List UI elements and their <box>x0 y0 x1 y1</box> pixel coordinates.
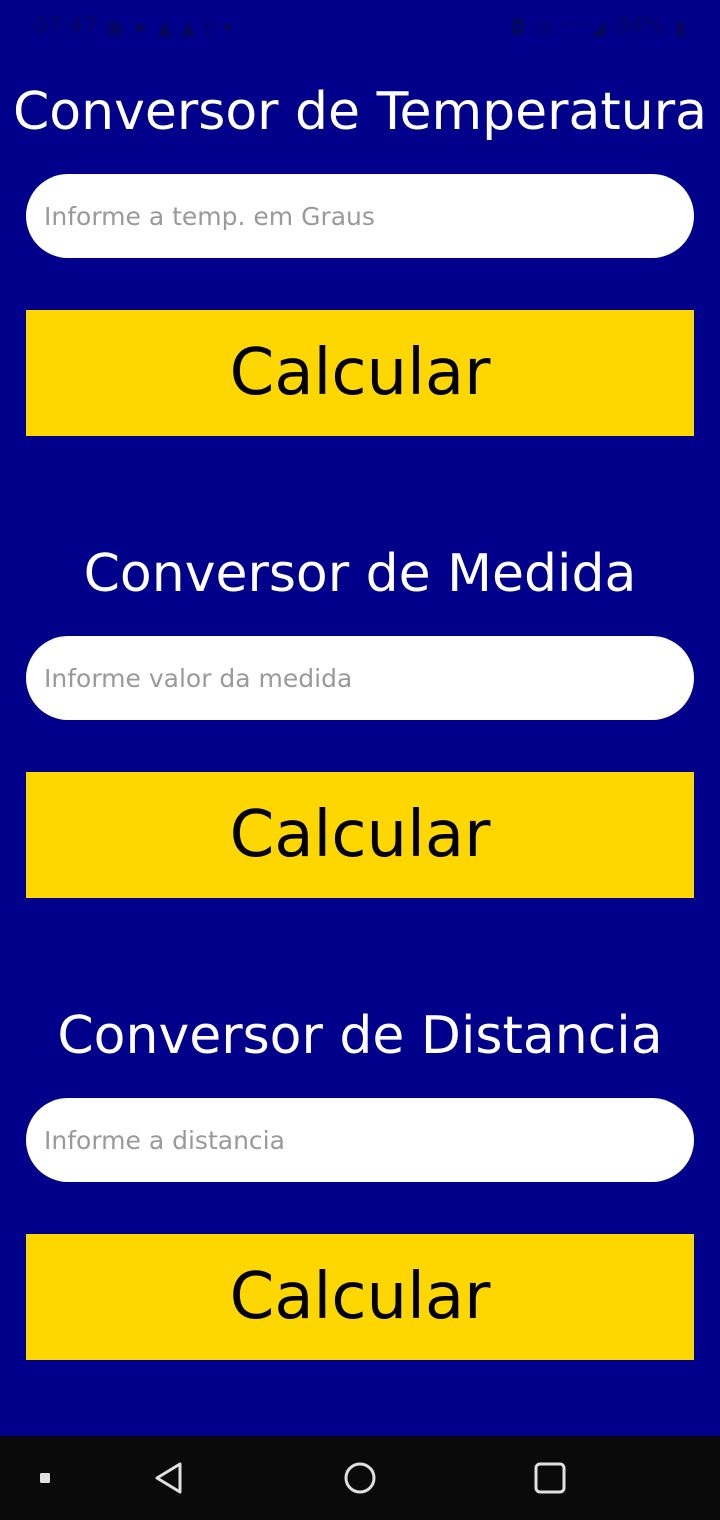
temperature-input[interactable] <box>26 174 694 258</box>
section-title-temperature: Conversor de Temperatura <box>13 82 707 142</box>
warning-icon: ▲ <box>180 14 196 39</box>
distance-input[interactable] <box>26 1098 694 1182</box>
back-icon[interactable] <box>138 1436 198 1520</box>
measure-input[interactable] <box>26 636 694 720</box>
alarm-icon: ◷ <box>535 14 554 39</box>
status-left: 07:47 ▣ ➤ ▲ ▲ ▯ ▾ <box>34 14 233 39</box>
vibrate-icon: ◘ <box>509 14 526 39</box>
notification-icon: ▣ <box>105 14 125 39</box>
status-right: ◘ ◷ ◠ ◢ 94% ▮ <box>510 14 686 39</box>
section-title-distance: Conversor de Distancia <box>57 1006 663 1066</box>
telegram-icon: ➤ <box>132 14 150 39</box>
warning-icon: ▲ <box>157 14 173 39</box>
signal-icon: ◢ <box>590 14 607 39</box>
dropdown-icon: ▾ <box>222 14 233 39</box>
battery-level: 94% <box>616 14 665 39</box>
calculate-distance-button[interactable]: Calcular <box>26 1234 694 1360</box>
wifi-icon: ◠ <box>563 14 581 39</box>
overview-icon[interactable] <box>520 1436 580 1520</box>
navigation-bar <box>0 1436 720 1520</box>
calculate-measure-button[interactable]: Calcular <box>26 772 694 898</box>
status-bar: 07:47 ▣ ➤ ▲ ▲ ▯ ▾ ◘ ◷ ◠ ◢ 94% ▮ <box>0 0 720 56</box>
sim-icon: ▯ <box>203 14 215 39</box>
battery-icon: ▮ <box>674 14 686 39</box>
status-time: 07:47 <box>34 14 98 39</box>
section-title-measure: Conversor de Medida <box>83 544 637 604</box>
home-icon[interactable] <box>330 1436 390 1520</box>
recent-dot-icon[interactable] <box>24 1436 66 1520</box>
calculate-temperature-button[interactable]: Calcular <box>26 310 694 436</box>
